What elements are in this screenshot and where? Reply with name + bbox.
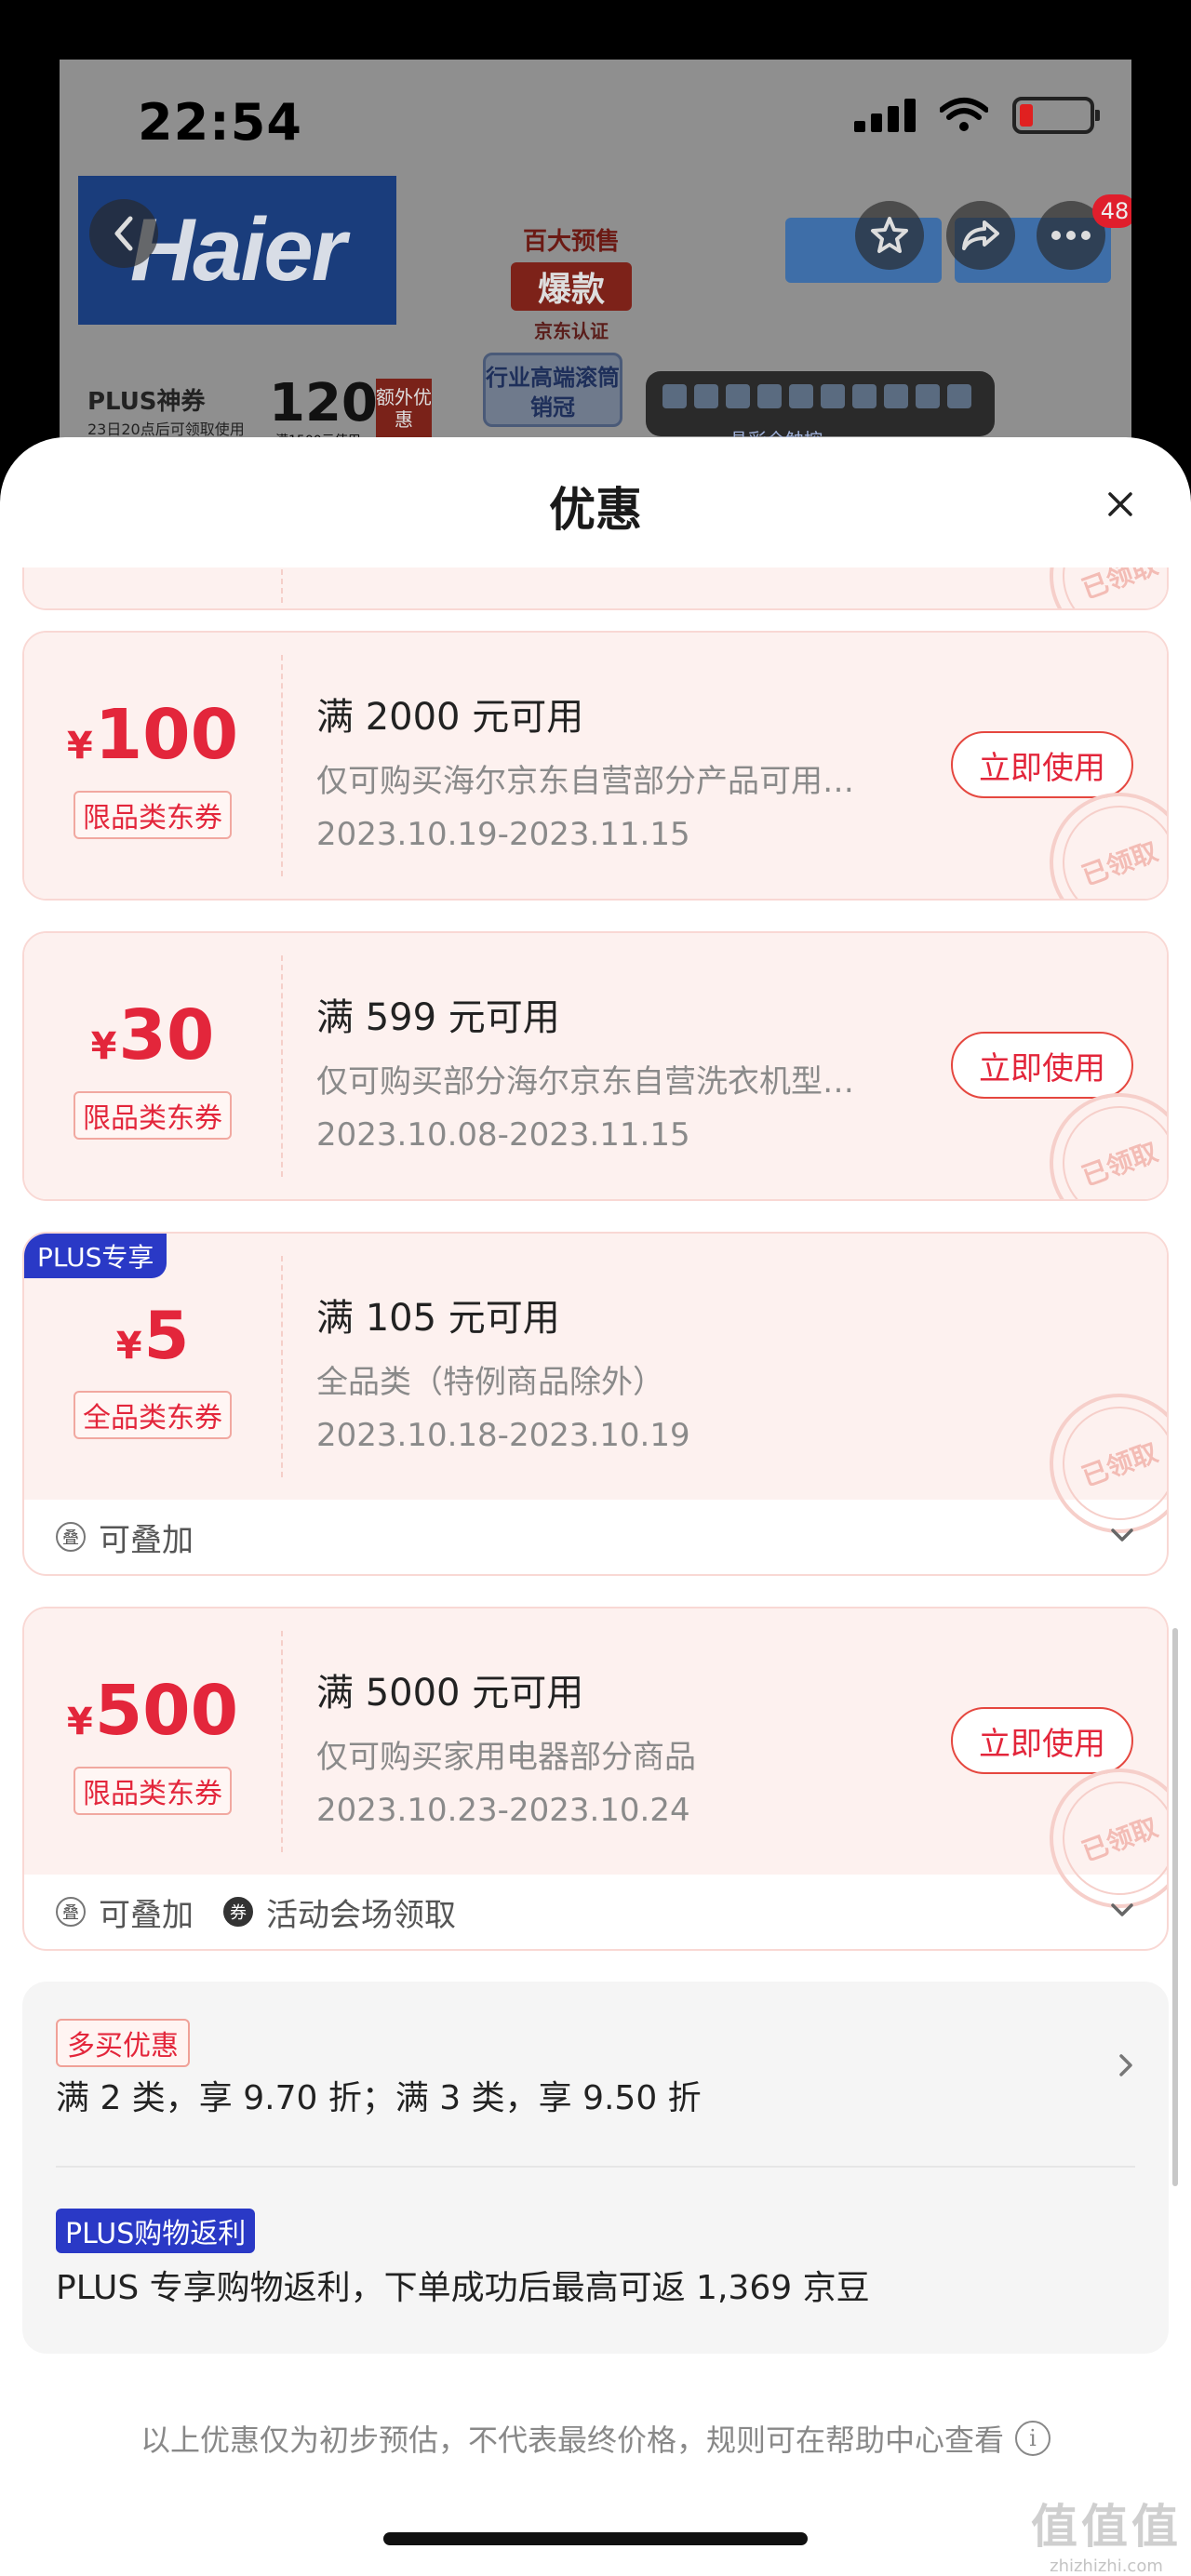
coupon-amount: 500: [94, 1671, 239, 1751]
promotion-panel: 多买优惠 满 2 类，享 9.70 折；满 3 类，享 9.50 折 PLUS购…: [22, 1982, 1169, 2354]
coupon-condition: 满 2000 元可用: [316, 696, 584, 739]
hot-sale-badge: 百大预售 爆款 京东认证: [502, 222, 641, 343]
info-icon[interactable]: i: [1015, 2421, 1050, 2456]
brand-logo: Haier: [129, 200, 346, 300]
use-now-button[interactable]: 立即使用: [951, 1707, 1133, 1774]
disclaimer: 以上优惠仅为初步预估，不代表最终价格，规则可在帮助中心查看 i: [0, 2417, 1191, 2460]
stackable-icon: 叠: [56, 1897, 86, 1927]
stackable-label: 可叠加: [99, 1521, 194, 1559]
status-icons: [854, 97, 1100, 134]
hot-badge-big: 爆款: [511, 262, 632, 311]
venue-label: 活动会场领取: [266, 1896, 456, 1934]
coupon-amount: 30: [118, 995, 215, 1075]
coupon-description: 仅可购买部分海尔京东自营洗衣机型…: [316, 1063, 854, 1101]
coupon-type: 限品类东券: [74, 1091, 232, 1140]
coupon-validity: 2023.10.18-2023.10.19: [316, 1417, 690, 1454]
use-now-button[interactable]: 立即使用: [951, 1032, 1133, 1099]
coupon-validity: 2023.10.23-2023.10.24: [316, 1792, 690, 1829]
favorite-button[interactable]: [855, 201, 924, 270]
chevron-right-icon[interactable]: [1115, 2050, 1137, 2080]
coupon-validity: 2023.10.08-2023.11.15: [316, 1116, 690, 1154]
coupon-type: 限品类东券: [74, 791, 232, 839]
coupon-condition: 满 599 元可用: [316, 996, 560, 1039]
close-button[interactable]: [1100, 484, 1141, 525]
claimed-stamp: 已领取: [1029, 567, 1167, 608]
plus-coupon-banner: PLUS神券 23日20点后可领取使用 120 满1500元使用 额外优惠: [78, 373, 450, 448]
hot-badge-top: 百大预售: [522, 228, 620, 256]
stackable-icon: 叠: [56, 1522, 86, 1552]
watermark: 值值值 zhizhizhi.com: [1031, 2489, 1182, 2576]
coupon-description: 全品类（特例商品除外）: [316, 1364, 664, 1401]
scrollbar[interactable]: [1172, 1628, 1178, 2186]
coupon-card-partial: 已领取: [22, 567, 1169, 610]
coupon-card: PLUS专享 ¥5 全品类东券 满 105 元可用 全品类（特例商品除外） 20…: [22, 1232, 1169, 1576]
share-icon: [962, 220, 999, 250]
coupon-description: 仅可购买家用电器部分商品: [316, 1739, 696, 1776]
home-indicator[interactable]: [383, 2532, 808, 2545]
coupon-list[interactable]: 已领取 ¥100 限品类东券 满 2000 元可用 仅可购买海尔京东自营部分产品…: [0, 567, 1191, 2576]
coupon-value: ¥100 限品类东券: [24, 633, 281, 899]
coupon-condition: 满 105 元可用: [316, 1297, 560, 1340]
status-bar: 22:54: [60, 60, 1131, 162]
cellular-signal-icon: [854, 99, 916, 132]
coupon-footer[interactable]: 叠 可叠加: [24, 1500, 1167, 1574]
plus-exclusive-tag: PLUS专享: [24, 1234, 167, 1278]
coupon-card: ¥500 限品类东券 满 5000 元可用 仅可购买家用电器部分商品 2023.…: [22, 1607, 1169, 1951]
sheet-title: 优惠: [549, 483, 642, 537]
plus-coupon-label: PLUS神券: [87, 388, 206, 416]
plus-coupon-extra: 额外优惠: [376, 379, 432, 444]
chevron-down-icon[interactable]: [1109, 1897, 1135, 1923]
stackable-label: 可叠加: [99, 1896, 194, 1934]
plus-rebate-text: PLUS 专享购物返利，下单成功后最高可返 1,369 京豆: [56, 2269, 870, 2307]
coupon-card: ¥30 限品类东券 满 599 元可用 仅可购买部分海尔京东自营洗衣机型… 20…: [22, 931, 1169, 1201]
star-icon: [871, 217, 908, 253]
currency-symbol: ¥: [115, 1325, 142, 1368]
multi-buy-text: 满 2 类，享 9.70 折；满 3 类，享 9.50 折: [56, 2079, 702, 2117]
watermark-text: 值值值: [1031, 2500, 1182, 2554]
coupon-description: 仅可购买海尔京东自营部分产品可用…: [316, 763, 854, 800]
coupon-type: 限品类东券: [74, 1767, 232, 1815]
currency-symbol: ¥: [66, 725, 93, 767]
coupon-amount: 100: [94, 695, 239, 775]
close-icon: [1108, 492, 1132, 516]
chevron-left-icon: [114, 216, 133, 251]
battery-icon: [1012, 97, 1100, 134]
coupon-value: ¥500 限品类东券: [24, 1608, 281, 1875]
share-button[interactable]: [946, 201, 1015, 270]
back-button[interactable]: [89, 199, 158, 268]
best-seller-tag: 行业高端滚筒销冠: [483, 353, 622, 427]
plus-coupon-sub: 23日20点后可领取使用: [87, 420, 245, 438]
status-time: 22:54: [138, 93, 302, 152]
discount-sheet: 优惠 已领取 ¥100 限品类东券 满 2000 元可用 仅可购买海尔京东自营部…: [0, 437, 1191, 2576]
disclaimer-text: 以上优惠仅为初步预估，不代表最终价格，规则可在帮助中心查看: [140, 2423, 1004, 2458]
multi-buy-tag: 多买优惠: [56, 2019, 190, 2067]
venue-icon: 券: [223, 1897, 253, 1927]
coupon-validity: 2023.10.19-2023.11.15: [316, 816, 690, 853]
more-dots-icon: [1051, 231, 1091, 240]
cart-count-badge: 48: [1092, 194, 1131, 228]
coupon-amount: 5: [143, 1298, 190, 1374]
wifi-icon: [940, 98, 988, 131]
plus-rebate-tag: PLUS购物返利: [56, 2209, 256, 2253]
hot-badge-small: 京东认证: [534, 320, 609, 342]
currency-symbol: ¥: [66, 1701, 93, 1743]
plus-coupon-amount: 120: [269, 373, 378, 434]
coupon-value: ¥30 限品类东券: [24, 933, 281, 1199]
coupon-type: 全品类东券: [74, 1391, 232, 1439]
use-now-button[interactable]: 立即使用: [951, 731, 1133, 798]
divider: [56, 2166, 1135, 2168]
watermark-url: zhizhizhi.com: [1050, 2556, 1163, 2576]
chevron-down-icon[interactable]: [1109, 1522, 1135, 1548]
coupon-condition: 满 5000 元可用: [316, 1672, 584, 1715]
currency-symbol: ¥: [90, 1025, 117, 1068]
coupon-footer[interactable]: 叠 可叠加 券 活动会场领取: [24, 1875, 1167, 1949]
coupon-card: ¥100 限品类东券 满 2000 元可用 仅可购买海尔京东自营部分产品可用… …: [22, 631, 1169, 901]
